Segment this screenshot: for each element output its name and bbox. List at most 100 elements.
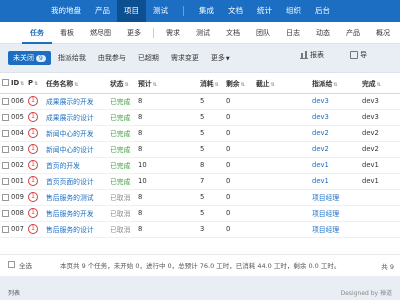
task-name-link[interactable]: 新闻中心的设计 — [44, 141, 108, 158]
table-row[interactable]: 009 1 售后服务的测试 已取消 8 5 0 项目经理 — [0, 189, 400, 206]
column-header-0[interactable]: ID⇅ — [0, 73, 26, 94]
column-header-6[interactable]: 剩余⇅ — [224, 73, 254, 94]
estimate-value: 10 — [136, 173, 198, 190]
column-header-label: 状态 — [110, 79, 124, 88]
task-name-link[interactable]: 成果展示的开发 — [44, 93, 108, 110]
row-priority-cell: 1 — [26, 173, 44, 190]
subnav-tab-10[interactable]: 产品 — [338, 22, 368, 44]
table-row[interactable]: 007 1 售后服务的设计 已取消 8 3 0 项目经理 — [0, 221, 400, 238]
topnav-item-6[interactable]: 统计 — [250, 0, 279, 22]
deadline-value — [254, 93, 310, 110]
subnav-tab-11[interactable]: 概况 — [368, 22, 398, 44]
column-header-1[interactable]: P⇅ — [26, 73, 44, 94]
assigned-to-link[interactable]: 项目经理 — [310, 189, 360, 206]
filter-tab-1[interactable]: 指派给我 — [53, 51, 91, 65]
select-all-checkbox[interactable] — [8, 261, 15, 268]
select-all-toggle[interactable]: 全选 — [8, 260, 56, 270]
row-checkbox[interactable] — [2, 225, 9, 233]
table-row[interactable]: 001 1 首页页面的设计 已完成 10 7 0 dev1 dev1 — [0, 173, 400, 190]
status-text: 已取消 — [108, 221, 136, 238]
subnav-tab-4[interactable]: 需求 — [158, 22, 188, 44]
consumed-value: 5 — [198, 205, 224, 222]
column-header-label: 任务名称 — [46, 79, 74, 88]
row-checkbox[interactable] — [2, 113, 9, 121]
column-header-8[interactable]: 指派给⇅ — [310, 73, 360, 94]
column-header-5[interactable]: 消耗⇅ — [198, 73, 224, 94]
assigned-to-link[interactable]: dev3 — [310, 109, 360, 126]
task-name-link[interactable]: 首页的开发 — [44, 157, 108, 174]
subnav-tab-6[interactable]: 文档 — [218, 22, 248, 44]
assigned-to-link[interactable]: dev3 — [310, 93, 360, 110]
assigned-to-link[interactable]: dev2 — [310, 141, 360, 158]
row-priority-cell: 1 — [26, 221, 44, 238]
project-subnavigation: 任务 看板 燃尽图 更多 需求 测试 文档 团队 日志 动态 产品 概况 — [0, 22, 400, 44]
filter-tab-3[interactable]: 已超期 — [133, 51, 164, 65]
column-header-3[interactable]: 状态⇅ — [108, 73, 136, 94]
row-priority-cell: 1 — [26, 141, 44, 158]
column-header-9[interactable]: 完成⇅ — [360, 73, 400, 94]
report-button[interactable]: 报表 — [300, 50, 324, 60]
table-row[interactable]: 003 1 新闻中心的设计 已完成 8 5 0 dev2 dev2 — [0, 141, 400, 158]
column-header-label: P — [28, 78, 33, 87]
subnav-tab-5[interactable]: 测试 — [188, 22, 218, 44]
row-checkbox[interactable] — [2, 161, 9, 169]
table-row[interactable]: 006 1 成果展示的开发 已完成 8 5 0 dev3 dev3 — [0, 93, 400, 110]
finished-by-value — [360, 205, 400, 222]
topnav-item-5[interactable]: 文档 — [221, 0, 250, 22]
sort-icon: ⇅ — [376, 81, 381, 88]
assigned-to-link[interactable]: dev1 — [310, 173, 360, 190]
row-checkbox[interactable] — [2, 209, 9, 217]
filter-tab-5[interactable]: 更多▼ — [206, 51, 235, 65]
row-checkbox[interactable] — [2, 177, 9, 185]
topnav-item-2[interactable]: 项目 — [117, 0, 146, 22]
subnav-tab-9[interactable]: 动态 — [308, 22, 338, 44]
row-id: 003 — [11, 145, 24, 153]
assigned-to-link[interactable]: 项目经理 — [310, 221, 360, 238]
table-row[interactable]: 008 1 售后服务的开发 已取消 8 5 0 项目经理 — [0, 205, 400, 222]
subnav-tab-8[interactable]: 日志 — [278, 22, 308, 44]
subnav-tab-7[interactable]: 团队 — [248, 22, 278, 44]
topnav-item-8[interactable]: 后台 — [308, 0, 337, 22]
task-name-link[interactable]: 售后服务的开发 — [44, 205, 108, 222]
table-row[interactable]: 004 1 新闻中心的开发 已完成 8 5 0 dev2 dev2 — [0, 125, 400, 142]
finished-by-value: dev2 — [360, 141, 400, 158]
estimate-value: 8 — [136, 189, 198, 206]
consumed-value: 5 — [198, 141, 224, 158]
filter-tab-2[interactable]: 由我参与 — [93, 51, 131, 65]
select-column-checkbox[interactable] — [2, 79, 9, 87]
topnav-item-4[interactable]: 集成 — [192, 0, 221, 22]
row-checkbox[interactable] — [2, 145, 9, 153]
row-checkbox[interactable] — [2, 193, 9, 201]
subnav-tab-0[interactable]: 任务 — [22, 22, 52, 44]
row-checkbox[interactable] — [2, 97, 9, 105]
task-name-link[interactable]: 成果展示的设计 — [44, 109, 108, 126]
topnav-item-3[interactable]: 测试 — [146, 0, 175, 22]
assigned-to-link[interactable]: dev2 — [310, 125, 360, 142]
table-row[interactable]: 005 1 成果展示的设计 已完成 8 5 0 dev3 dev3 — [0, 109, 400, 126]
table-row[interactable]: 002 1 首页的开发 已完成 10 8 0 dev1 dev1 — [0, 157, 400, 174]
filter-tab-0[interactable]: 未关闭 9 — [8, 51, 51, 65]
task-name-link[interactable]: 首页页面的设计 — [44, 173, 108, 190]
column-header-4[interactable]: 预计⇅ — [136, 73, 198, 94]
export-button[interactable]: 导 — [350, 50, 367, 60]
task-name-link[interactable]: 售后服务的设计 — [44, 221, 108, 238]
row-checkbox[interactable] — [2, 129, 9, 137]
topnav-item-0[interactable]: 我的地盘 — [44, 0, 88, 22]
task-name-link[interactable]: 售后服务的测试 — [44, 189, 108, 206]
filter-tab-4[interactable]: 需求变更 — [166, 51, 204, 65]
column-header-7[interactable]: 截止⇅ — [254, 73, 310, 94]
consumed-value: 5 — [198, 189, 224, 206]
subnav-tab-2[interactable]: 燃尽图 — [82, 22, 119, 44]
column-header-label: 指派给 — [312, 79, 333, 88]
assigned-to-link[interactable]: 项目经理 — [310, 205, 360, 222]
subnav-tab-3[interactable]: 更多 — [119, 22, 149, 44]
assigned-to-link[interactable]: dev1 — [310, 157, 360, 174]
subnav-tab-1[interactable]: 看板 — [52, 22, 82, 44]
row-id-cell: 008 — [0, 205, 26, 222]
topnav-item-7[interactable]: 组织 — [279, 0, 308, 22]
breadcrumb-list[interactable]: 列表 — [8, 288, 20, 297]
column-header-2[interactable]: 任务名称⇅ — [44, 73, 108, 94]
task-name-link[interactable]: 新闻中心的开发 — [44, 125, 108, 142]
topnav-item-1[interactable]: 产品 — [88, 0, 117, 22]
column-header-label: 截止 — [256, 79, 270, 88]
